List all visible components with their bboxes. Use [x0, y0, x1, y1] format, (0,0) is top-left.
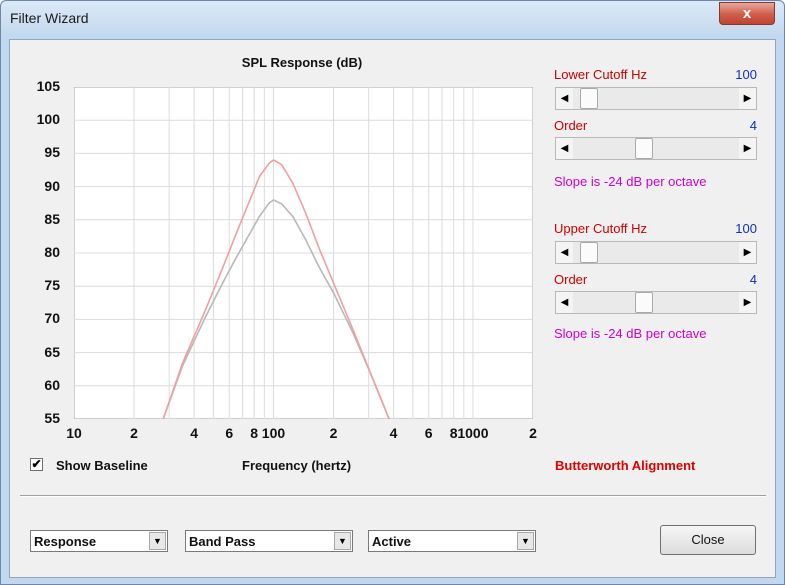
scroll-right-icon[interactable]: ▶ — [739, 292, 756, 313]
y-tick-label: 95 — [44, 144, 60, 161]
scroll-right-icon[interactable]: ▶ — [739, 138, 756, 159]
scroll-right-icon[interactable]: ▶ — [739, 242, 756, 263]
separator — [20, 495, 766, 497]
x-tick-label: 2 — [130, 425, 138, 441]
y-tick-label: 85 — [44, 210, 60, 227]
lower-order-slider[interactable]: ◀ ▶ — [555, 137, 757, 160]
lower-cutoff-slider[interactable]: ◀ ▶ — [555, 87, 757, 110]
filter-type-combo-value: Band Pass — [189, 534, 256, 549]
x-tick-label: 4 — [389, 425, 398, 441]
window-title: Filter Wizard — [10, 10, 89, 26]
scroll-left-icon[interactable]: ◀ — [556, 242, 573, 263]
x-tick-label: 2 — [529, 425, 537, 441]
y-tick-label: 55 — [44, 410, 60, 426]
response-combo[interactable]: Response ▼ — [30, 530, 168, 552]
lower-cutoff-label: Lower Cutoff Hz — [554, 67, 647, 82]
lower-order-value: 4 — [749, 118, 757, 133]
window-close-button[interactable]: x — [719, 2, 775, 25]
upper-order-slider[interactable]: ◀ ▶ — [555, 291, 757, 314]
y-tick-label: 65 — [44, 343, 60, 360]
scroll-left-icon[interactable]: ◀ — [556, 88, 573, 109]
check-icon: ✔ — [31, 457, 42, 471]
scroll-right-icon[interactable]: ▶ — [739, 88, 756, 109]
y-tick-label: 80 — [44, 244, 60, 260]
close-icon: x — [742, 5, 752, 22]
show-baseline-checkbox[interactable]: ✔ — [30, 458, 43, 471]
upper-cutoff-value: 100 — [735, 221, 757, 236]
y-tick-label: 75 — [44, 277, 60, 294]
y-tick-label: 100 — [36, 111, 60, 128]
lower-order-thumb[interactable] — [635, 138, 654, 159]
chevron-down-icon[interactable]: ▼ — [149, 532, 166, 550]
upper-order-thumb[interactable] — [635, 292, 654, 313]
upper-slope-text: Slope is -24 dB per octave — [554, 326, 707, 341]
scroll-left-icon[interactable]: ◀ — [556, 138, 573, 159]
x-tick-label: 2 — [329, 425, 338, 441]
plot-title: SPL Response (dB) — [241, 55, 363, 70]
filter-wizard-window: Filter Wizard x SPL Response (dB) 105 100… — [0, 0, 785, 585]
lower-cutoff-value: 100 — [735, 67, 757, 82]
filter-type-combo[interactable]: Band Pass ▼ — [185, 530, 353, 552]
spl-response-plot — [74, 87, 533, 419]
lower-slope-text: Slope is -24 dB per octave — [554, 174, 707, 189]
upper-order-label: Order — [554, 272, 588, 287]
y-tick-label: 90 — [44, 177, 60, 194]
upper-cutoff-label: Upper Cutoff Hz — [554, 221, 647, 236]
mode-combo[interactable]: Active ▼ — [368, 530, 536, 552]
chevron-down-icon[interactable]: ▼ — [334, 532, 351, 550]
x-axis-title: Frequency (hertz) — [242, 458, 352, 473]
y-tick-label: 105 — [36, 78, 60, 94]
upper-cutoff-thumb[interactable] — [580, 242, 599, 263]
lower-order-label: Order — [554, 118, 588, 133]
chevron-down-icon[interactable]: ▼ — [517, 532, 534, 550]
scroll-left-icon[interactable]: ◀ — [556, 292, 573, 313]
lower-cutoff-thumb[interactable] — [580, 88, 599, 109]
upper-cutoff-slider[interactable]: ◀ ▶ — [555, 241, 757, 264]
x-tick-label: 10 — [66, 425, 82, 441]
show-baseline-label[interactable]: Show Baseline — [56, 458, 148, 473]
title-bar[interactable]: Filter Wizard x — [1, 1, 784, 35]
upper-order-value: 4 — [749, 272, 757, 287]
x-tick-label: 100 — [261, 425, 286, 441]
x-tick-label: 1000 — [457, 425, 489, 441]
x-tick-label: 4 — [190, 425, 198, 441]
y-tick-label: 70 — [44, 310, 60, 327]
close-button[interactable]: Close — [660, 525, 756, 555]
mode-combo-value: Active — [372, 534, 412, 549]
client-area: SPL Response (dB) 105 100 95 90 85 80 75 70 65 60… — [9, 39, 776, 578]
y-tick-label: 60 — [44, 376, 60, 393]
alignment-label: Butterworth Alignment — [555, 458, 696, 473]
response-combo-value: Response — [34, 534, 97, 549]
